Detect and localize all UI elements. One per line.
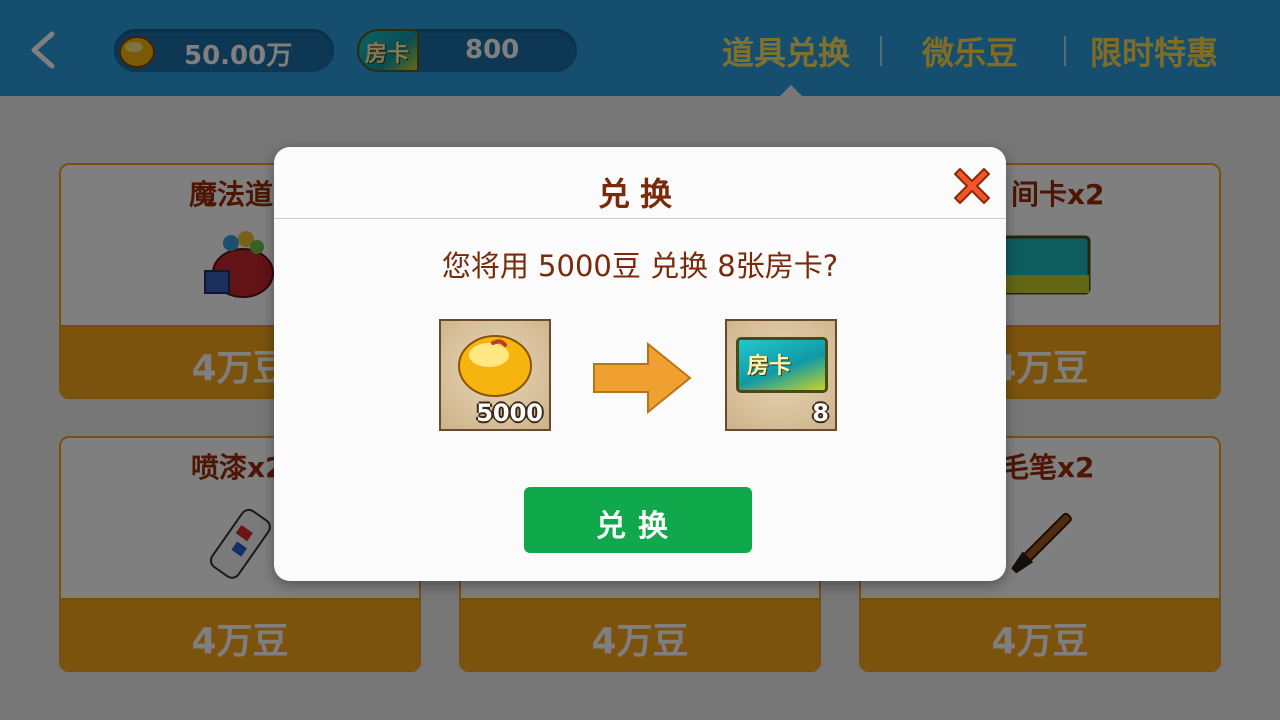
source-item-slot: 5000 — [439, 319, 551, 431]
room-card-icon-label: 房卡 — [747, 354, 792, 379]
dialog-title: 兑换 — [597, 175, 682, 213]
close-icon[interactable] — [952, 165, 992, 205]
source-quantity: 5000 — [476, 399, 543, 427]
confirm-exchange-button[interactable]: 兑换 — [524, 487, 752, 553]
dialog-title-divider — [274, 218, 1006, 219]
exchange-dialog: 兑换 您将用 5000豆 兑换 8张房卡? 5000 房卡 8 兑换 — [274, 147, 1006, 581]
room-card-icon: 房卡 — [736, 337, 828, 393]
target-item-slot: 房卡 8 — [725, 319, 837, 431]
confirm-exchange-label: 兑换 — [596, 509, 680, 544]
arrow-right-icon — [593, 342, 692, 414]
exchange-question: 您将用 5000豆 兑换 8张房卡? — [441, 249, 839, 283]
bean-coin-icon — [458, 335, 532, 397]
target-quantity: 8 — [812, 399, 829, 427]
